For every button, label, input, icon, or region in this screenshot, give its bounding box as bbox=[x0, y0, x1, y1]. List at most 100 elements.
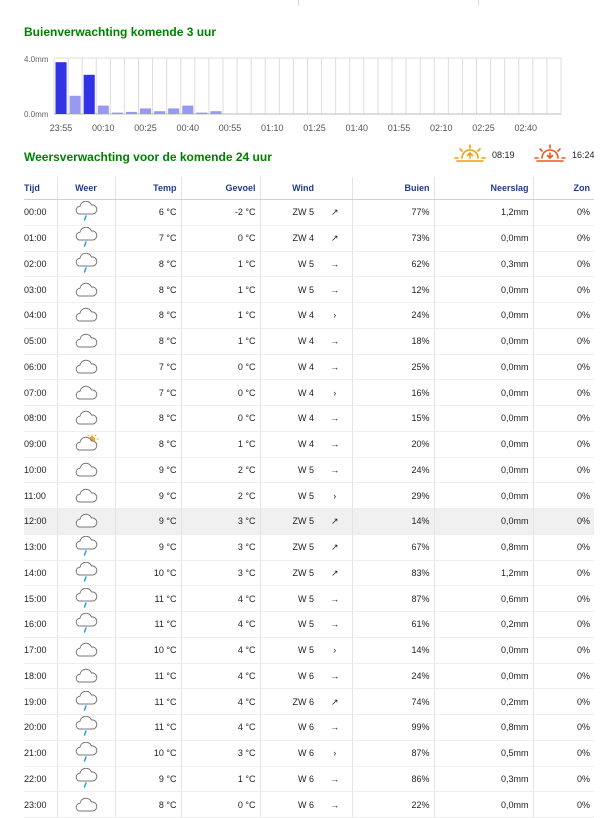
rain-bar bbox=[125, 111, 137, 114]
header-zon: Zon bbox=[533, 177, 594, 200]
row-wind: W 6 bbox=[260, 791, 318, 818]
row-weather-cell bbox=[56, 379, 116, 406]
row-precipitation: 0,2mm bbox=[434, 611, 534, 638]
row-wind-direction: ↗ bbox=[318, 199, 353, 226]
row-wind-direction: → bbox=[318, 766, 353, 793]
cloud-rain-icon bbox=[73, 742, 99, 762]
header-weer: Weer bbox=[56, 177, 116, 200]
row-temp: 10 °C bbox=[115, 637, 182, 664]
cloud-icon bbox=[73, 411, 99, 425]
row-weather-cell bbox=[56, 482, 116, 509]
row-feels-like: 0 °C bbox=[181, 379, 261, 406]
wind-arrow-icon: → bbox=[330, 464, 340, 475]
row-sun: 0% bbox=[533, 740, 594, 767]
wind-arrow-icon: ↗ bbox=[330, 207, 339, 218]
forecast-header-row: Tijd Weer Temp Gevoel Wind Buien Neersla… bbox=[24, 177, 594, 200]
wind-arrow-icon: ↗ bbox=[330, 516, 339, 527]
row-sun: 0% bbox=[533, 379, 594, 406]
row-weather-cell bbox=[56, 354, 116, 381]
rain-bar bbox=[168, 108, 180, 114]
rain-bar bbox=[97, 105, 109, 114]
row-wind: W 4 bbox=[260, 379, 318, 406]
row-sun: 0% bbox=[533, 637, 594, 664]
row-sun: 0% bbox=[533, 508, 594, 535]
row-time: 15:00 bbox=[24, 585, 57, 612]
row-sun: 0% bbox=[533, 766, 594, 793]
row-showers: 15% bbox=[352, 405, 435, 432]
row-sun: 0% bbox=[533, 457, 594, 484]
row-time: 06:00 bbox=[24, 354, 57, 381]
cloud-icon bbox=[73, 462, 99, 477]
cloud-icon bbox=[73, 282, 99, 297]
row-weather-cell bbox=[56, 637, 116, 664]
row-precipitation: 0,0mm bbox=[434, 508, 534, 535]
row-wind-direction: → bbox=[318, 405, 353, 432]
wind-arrow-icon: → bbox=[330, 593, 340, 604]
row-precipitation: 0,3mm bbox=[434, 766, 534, 793]
row-showers: 18% bbox=[352, 328, 435, 355]
cloud-rain-icon bbox=[73, 587, 99, 608]
row-wind-direction: ↗ bbox=[318, 534, 353, 561]
row-wind: W 4 bbox=[260, 354, 318, 381]
row-time: 01:00 bbox=[24, 225, 57, 252]
forecast-title: Weersverwachting voor de komende 24 uur bbox=[24, 150, 272, 164]
row-showers: 24% bbox=[352, 302, 435, 329]
row-feels-like: 0 °C bbox=[181, 354, 261, 381]
row-temp: 8 °C bbox=[115, 791, 182, 818]
y-tick-label: 0.0mm bbox=[24, 110, 49, 119]
row-weather-cell bbox=[56, 714, 116, 741]
row-wind-direction: → bbox=[318, 611, 353, 638]
row-weather-cell bbox=[56, 585, 116, 612]
cloud-rain-icon bbox=[73, 690, 99, 711]
row-precipitation: 0,0mm bbox=[434, 457, 534, 484]
row-time: 23:00 bbox=[24, 791, 57, 818]
wind-arrow-icon: → bbox=[330, 619, 340, 630]
row-precipitation: 0,0mm bbox=[434, 276, 534, 303]
row-precipitation: 1,2mm bbox=[434, 560, 534, 587]
row-temp: 8 °C bbox=[115, 431, 182, 458]
cloud-rain-icon bbox=[73, 716, 99, 737]
row-wind-direction: › bbox=[318, 482, 353, 509]
rain-forecast-title: Buienverwachting komende 3 uur bbox=[24, 25, 217, 39]
row-time: 19:00 bbox=[24, 688, 57, 715]
forecast-row: 04:00 8 °C 1 °C W 4 › 24% 0,0mm 0% bbox=[24, 302, 594, 329]
row-wind-direction: › bbox=[318, 379, 353, 406]
rain-bar bbox=[55, 62, 67, 114]
row-sun: 0% bbox=[533, 276, 594, 303]
row-sun: 0% bbox=[533, 663, 594, 690]
cloud-icon bbox=[73, 333, 99, 348]
rain-bar bbox=[154, 111, 166, 114]
row-temp: 9 °C bbox=[115, 457, 182, 484]
wind-arrow-icon: → bbox=[330, 439, 340, 450]
wind-arrow-icon: → bbox=[330, 773, 340, 784]
row-wind-direction: → bbox=[318, 714, 353, 741]
cloud-rain-icon bbox=[73, 613, 99, 634]
row-weather-cell bbox=[56, 791, 116, 818]
row-temp: 11 °C bbox=[115, 585, 182, 612]
row-showers: 67% bbox=[352, 534, 435, 561]
x-tick-label: 01:10 bbox=[261, 123, 284, 133]
row-precipitation: 0,0mm bbox=[434, 354, 534, 381]
cloud-icon bbox=[73, 642, 99, 657]
sunset-icon bbox=[534, 144, 566, 162]
forecast-row: 12:00 9 °C 3 °C ZW 5 ↗ 14% 0,0mm 0% bbox=[24, 508, 594, 535]
sunset-info: 16:24 bbox=[533, 143, 603, 165]
sunrise-time: 08:19 bbox=[492, 150, 515, 160]
wind-arrow-icon: → bbox=[330, 670, 340, 681]
rain-bar bbox=[196, 112, 208, 114]
row-feels-like: 4 °C bbox=[181, 585, 261, 612]
row-weather-cell bbox=[56, 431, 116, 458]
cloud-rain-icon bbox=[73, 227, 99, 247]
row-weather-cell bbox=[56, 688, 116, 715]
row-weather-cell bbox=[56, 251, 116, 278]
row-wind: W 6 bbox=[260, 766, 318, 793]
row-wind-direction: ↗ bbox=[318, 508, 353, 535]
forecast-table: Tijd Weer Temp Gevoel Wind Buien Neersla… bbox=[24, 177, 594, 818]
x-tick-label: 00:40 bbox=[177, 123, 200, 133]
row-time: 20:00 bbox=[24, 714, 57, 741]
row-temp: 8 °C bbox=[115, 328, 182, 355]
x-tick-label: 02:25 bbox=[472, 123, 495, 133]
cloud-icon bbox=[73, 308, 99, 322]
row-sun: 0% bbox=[533, 560, 594, 587]
row-feels-like: 4 °C bbox=[181, 637, 261, 664]
